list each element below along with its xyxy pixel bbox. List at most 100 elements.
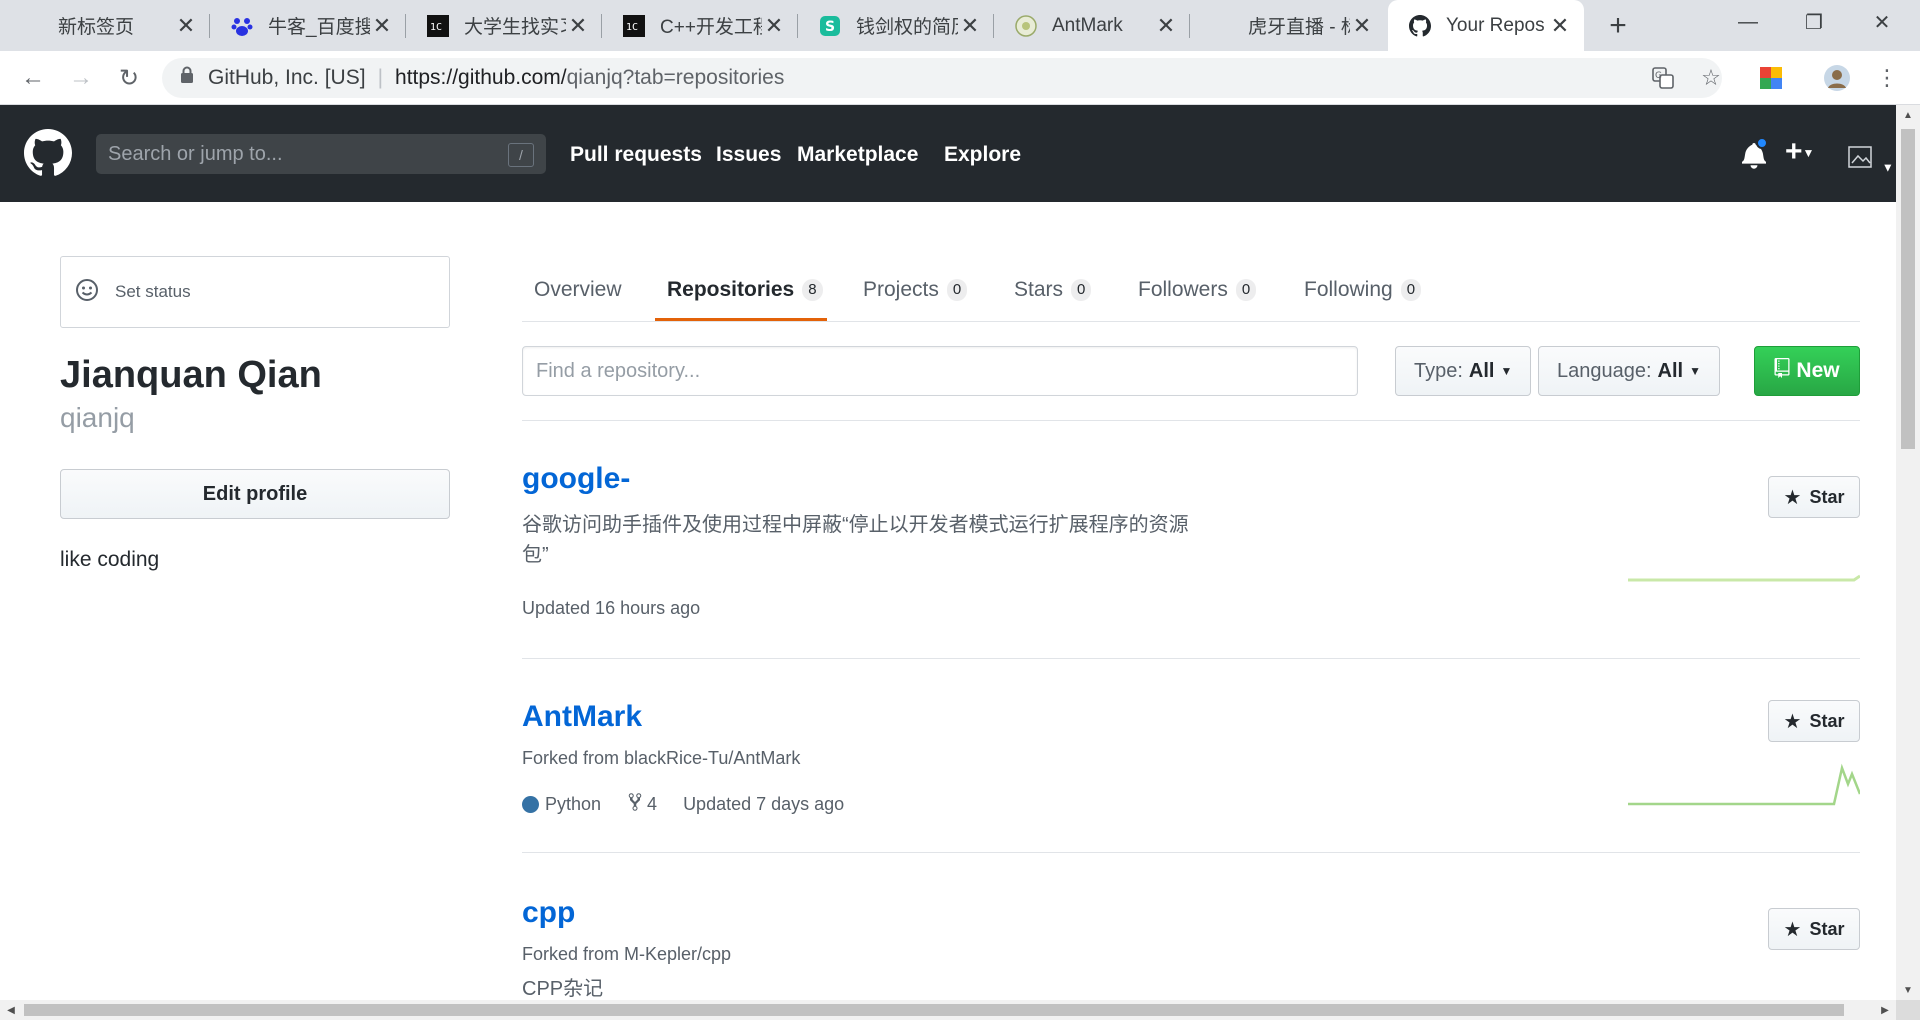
browser-tab[interactable]: 虎牙直播 - 标 ✕ (1190, 0, 1386, 51)
horizontal-scroll-thumb[interactable] (24, 1004, 1844, 1016)
repo-forks-link[interactable]: 4 (627, 792, 657, 817)
tab-stars[interactable]: Stars 0 (1014, 258, 1092, 322)
close-icon[interactable]: ✕ (958, 13, 982, 38)
close-window-icon[interactable]: ✕ (1852, 0, 1912, 44)
close-icon[interactable]: ✕ (762, 13, 786, 38)
restore-window-icon[interactable]: ❐ (1784, 0, 1844, 44)
browser-tab[interactable]: 1C C++开发工程 ✕ (602, 0, 798, 51)
repo-divider (522, 852, 1860, 853)
star-icon: ★ (1783, 486, 1802, 509)
github-header: / Pull requests Issues Marketplace Explo… (0, 105, 1896, 202)
tab-followers[interactable]: Followers 0 (1138, 258, 1257, 322)
blank-page-icon (20, 14, 44, 38)
star-icon: ★ (1783, 710, 1802, 733)
antmark-favicon-icon (1014, 14, 1038, 38)
create-new-menu-icon[interactable]: +▼ (1785, 135, 1814, 169)
svg-text:1C: 1C (430, 22, 442, 33)
notifications-bell-icon[interactable] (1742, 137, 1768, 169)
language-filter-label: Language: (1557, 359, 1652, 382)
nav-explore[interactable]: Explore (944, 143, 1021, 167)
browser-tab[interactable]: AntMark ✕ (994, 0, 1190, 51)
url-divider: | (377, 66, 384, 89)
vertical-scroll-thumb[interactable] (1901, 129, 1915, 449)
language-filter-select[interactable]: Language: All ▼ (1538, 346, 1720, 396)
repo-description-line: 包” (522, 544, 549, 566)
close-icon[interactable]: ✕ (1154, 13, 1178, 38)
browser-tab[interactable]: S 钱剑权的简历 ✕ (798, 0, 994, 51)
tab-repositories[interactable]: Repositories 8 (667, 258, 823, 322)
browser-tab[interactable]: 牛客_百度搜 ✕ (210, 0, 406, 51)
tab-overview[interactable]: Overview (534, 258, 622, 322)
language-filter-value: All (1657, 359, 1684, 382)
close-icon[interactable]: ✕ (370, 13, 394, 38)
scroll-right-arrow-icon[interactable]: ▶ (1874, 1000, 1896, 1020)
profile-avatar-icon[interactable] (1818, 59, 1856, 97)
address-bar[interactable]: GitHub, Inc. [US] | https://github.com/q… (162, 58, 1722, 98)
star-button[interactable]: ★ Star (1768, 476, 1860, 518)
star-button-label: Star (1809, 486, 1845, 507)
github-icon (1408, 14, 1432, 38)
bookmark-star-icon[interactable]: ☆ (1692, 59, 1730, 97)
scroll-up-arrow-icon[interactable]: ▲ (1896, 105, 1920, 125)
repo-meta: Python 4 Updated 7 days ago (522, 792, 870, 817)
type-filter-value: All (1468, 359, 1495, 382)
github-logo-icon[interactable] (24, 129, 72, 177)
close-icon[interactable]: ✕ (1350, 13, 1374, 38)
svg-text:1C: 1C (626, 22, 638, 33)
browser-toolbar: ← → ↻ GitHub, Inc. [US] | https://github… (0, 51, 1920, 105)
github-search-input[interactable] (108, 142, 508, 166)
nav-issues[interactable]: Issues (716, 143, 781, 167)
star-button[interactable]: ★ Star (1768, 908, 1860, 950)
find-repository-input[interactable] (522, 346, 1358, 396)
tab-count: 0 (1071, 279, 1092, 301)
close-icon[interactable]: ✕ (566, 13, 590, 38)
smiley-icon (75, 278, 99, 307)
github-search-box[interactable]: / (96, 134, 546, 174)
star-button[interactable]: ★ Star (1768, 700, 1860, 742)
repo-name-link[interactable]: AntMark (522, 700, 642, 734)
minimize-window-icon[interactable]: — (1718, 0, 1778, 44)
tab-following[interactable]: Following 0 (1304, 258, 1422, 322)
tab-label: Repositories (667, 278, 795, 301)
repo-name-link[interactable]: google- (522, 462, 630, 496)
nav-marketplace[interactable]: Marketplace (797, 143, 918, 167)
browser-tab[interactable]: 新标签页 ✕ (0, 0, 210, 51)
back-arrow-icon[interactable]: ← (14, 59, 52, 97)
browser-tab[interactable]: 1C 大学生找实习 ✕ (406, 0, 602, 51)
new-repository-button[interactable]: New (1754, 346, 1860, 396)
extension-icon[interactable] (1752, 59, 1790, 97)
nav-pull-requests[interactable]: Pull requests (570, 143, 702, 167)
set-status-label: Set status (115, 282, 191, 301)
horizontal-scrollbar[interactable]: ◀ ▶ (0, 1000, 1896, 1020)
search-hotkey-hint: / (508, 143, 534, 167)
browser-tab-active[interactable]: Your Repos ✕ (1388, 0, 1584, 51)
site-identity: GitHub, Inc. [US] (208, 66, 366, 89)
edit-profile-button[interactable]: Edit profile (60, 469, 450, 519)
repo-name-link[interactable]: cpp (522, 896, 575, 930)
type-filter-select[interactable]: Type: All ▼ (1395, 346, 1532, 396)
translate-icon[interactable]: G (1644, 59, 1682, 97)
scroll-down-arrow-icon[interactable]: ▼ (1896, 980, 1920, 1000)
activity-sparkline (1628, 763, 1860, 806)
scroll-left-arrow-icon[interactable]: ◀ (0, 1000, 22, 1020)
new-tab-button[interactable]: + (1600, 8, 1636, 44)
repo-list-item: google- 谷歌访问助手插件及使用过程中屏蔽“停止以开发者模式运行扩展程序的… (522, 462, 1860, 642)
close-icon[interactable]: ✕ (174, 13, 198, 38)
tab-label: Following (1304, 278, 1393, 301)
star-icon: ★ (1783, 918, 1802, 941)
language-color-dot (522, 796, 539, 813)
user-avatar-menu[interactable]: ▼ (1848, 143, 1896, 174)
browser-tab-title: 钱剑权的简历 (856, 17, 958, 38)
close-icon[interactable]: ✕ (1548, 13, 1572, 38)
profile-bio: like coding (60, 548, 160, 571)
forward-arrow-icon[interactable]: → (62, 59, 100, 97)
profile-username: qianjq (60, 402, 135, 433)
browser-menu-icon[interactable]: ⋮ (1868, 59, 1906, 97)
browser-tabstrip: 新标签页 ✕ 牛客_百度搜 ✕ 1C 大学生找实习 ✕ 1C C++开发工程 ✕… (0, 0, 1920, 51)
reload-icon[interactable]: ↻ (110, 59, 148, 97)
tab-projects[interactable]: Projects 0 (863, 258, 968, 322)
lock-icon[interactable] (180, 66, 194, 90)
vertical-scrollbar[interactable]: ▲ ▼ (1896, 105, 1920, 1000)
set-status-button[interactable]: Set status (60, 256, 450, 328)
chevron-down-icon: ▼ (1500, 364, 1513, 378)
